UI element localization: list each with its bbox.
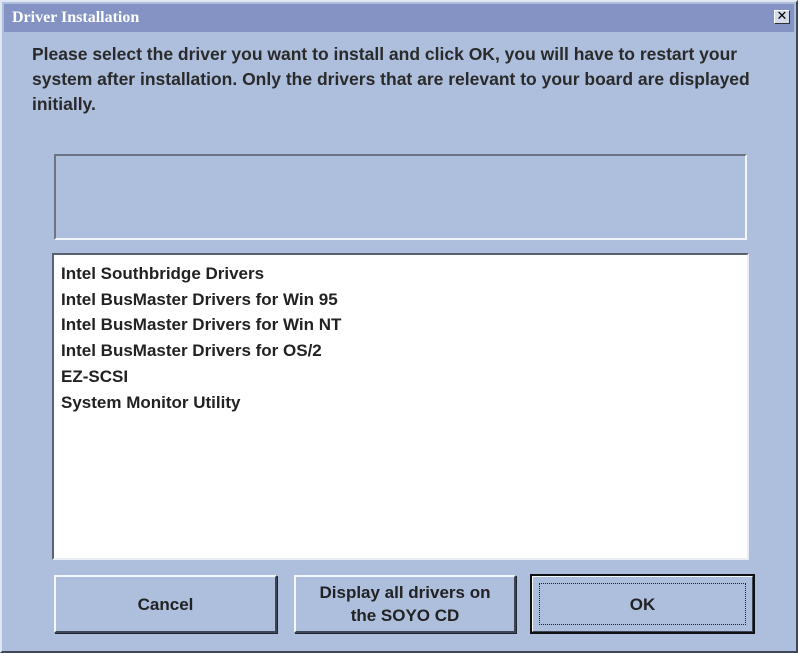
window-title: Driver Installation bbox=[12, 9, 140, 26]
ok-button-label: OK bbox=[629, 594, 656, 614]
cancel-button-label: Cancel bbox=[137, 594, 194, 614]
list-item-busmaster-os2[interactable]: Intel BusMaster Drivers for OS/2 bbox=[61, 338, 747, 364]
list-item-busmaster-winnt[interactable]: Intel BusMaster Drivers for Win NT bbox=[61, 312, 747, 338]
list-item-ez-scsi[interactable]: EZ-SCSI bbox=[61, 364, 747, 390]
title-bar[interactable]: Driver Installation ✕ bbox=[4, 4, 794, 32]
instructions-text: Please select the driver you want to ins… bbox=[32, 44, 750, 114]
ok-button[interactable]: OK bbox=[530, 574, 755, 634]
driver-description-box bbox=[54, 154, 747, 240]
list-item-busmaster-win95[interactable]: Intel BusMaster Drivers for Win 95 bbox=[61, 287, 747, 313]
list-item-intel-southbridge[interactable]: Intel Southbridge Drivers bbox=[61, 261, 747, 287]
display-all-drivers-label: Display all drivers on the SOYO CD bbox=[319, 583, 491, 625]
driver-installation-dialog: Driver Installation ✕ Please select the … bbox=[0, 0, 798, 653]
display-all-drivers-button[interactable]: Display all drivers on the SOYO CD bbox=[294, 575, 516, 633]
close-icon: ✕ bbox=[776, 9, 788, 24]
close-button[interactable]: ✕ bbox=[774, 9, 790, 24]
driver-list[interactable]: Intel Southbridge Drivers Intel BusMaste… bbox=[52, 253, 749, 560]
list-item-system-monitor[interactable]: System Monitor Utility bbox=[61, 390, 747, 416]
cancel-button[interactable]: Cancel bbox=[54, 575, 277, 633]
